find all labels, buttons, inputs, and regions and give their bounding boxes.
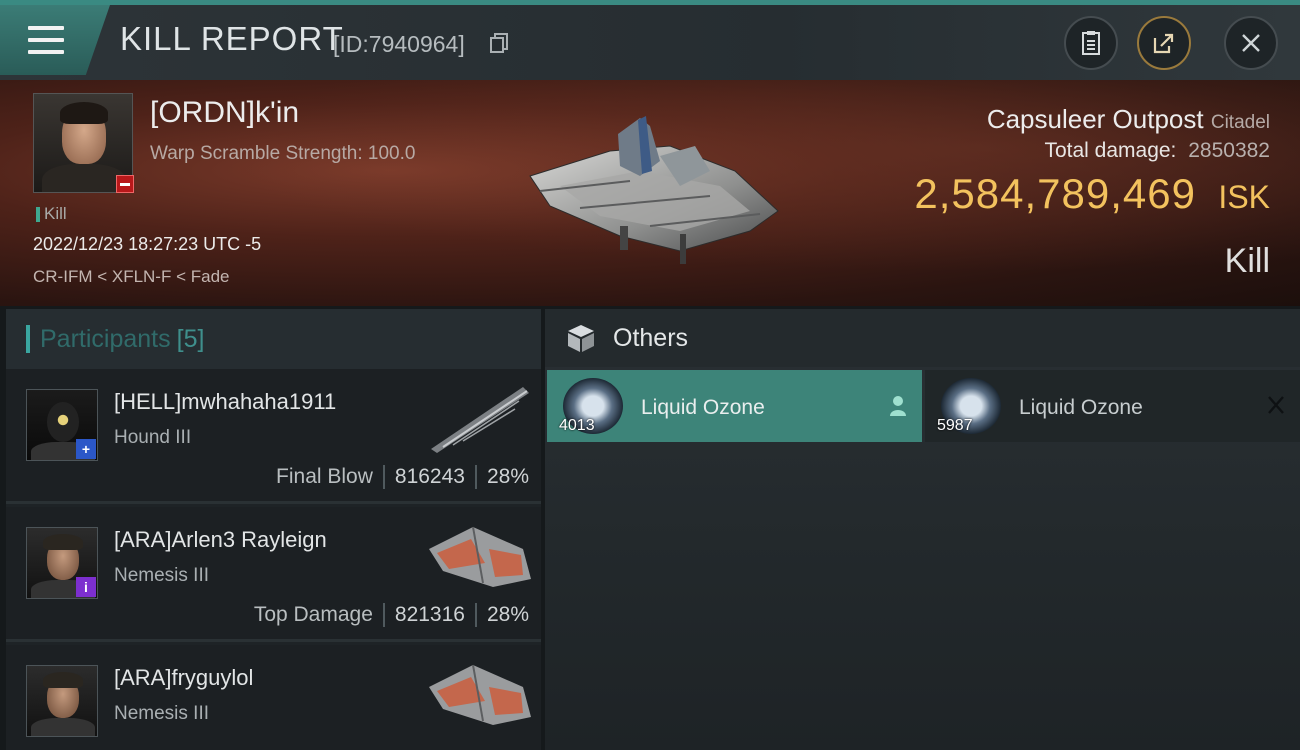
total-damage-value: 2850382	[1188, 139, 1270, 162]
participant-ship: Nemesis III	[114, 565, 210, 586]
participant-stats: Final Blow 816243 28%	[276, 465, 529, 489]
target-class: Citadel	[1210, 112, 1270, 133]
details-area: Participants [5] + [HELL]mwhahaha1911 Ho…	[0, 306, 1300, 750]
isk-unit: ISK	[1218, 179, 1270, 215]
item-quantity: 4013	[559, 417, 595, 434]
header-accent-line	[0, 0, 1300, 5]
copy-icon[interactable]	[489, 32, 509, 54]
participant-name: [ARA]fryguylol	[114, 665, 254, 690]
item-name: Liquid Ozone	[1019, 396, 1143, 419]
total-damage: Total damage: 2850382	[1044, 139, 1270, 163]
participants-tab[interactable]: Participants [5]	[6, 309, 541, 369]
kill-id: [ID:7940964]	[333, 31, 465, 57]
participant-ship: Nemesis III	[114, 703, 210, 724]
participant-role: Final Blow	[276, 465, 373, 488]
participant-percent: 28%	[486, 603, 529, 626]
isk-value: 2,584,789,469 ISK	[914, 170, 1270, 218]
report-button[interactable]	[1064, 16, 1118, 70]
participant-name: [ARA]Arlen3 Rayleign	[114, 527, 327, 552]
participant-row[interactable]: i [ARA]Arlen3 Rayleign Nemesis III Top D…	[6, 507, 541, 642]
others-panel: Others 4013 Liquid Ozone 5987 Liquid Ozo…	[545, 309, 1300, 750]
participant-ship: Hound III	[114, 427, 192, 448]
close-icon	[1242, 34, 1260, 52]
tab-accent-bar	[26, 325, 30, 353]
hostile-badge-icon	[116, 175, 134, 193]
cargo-item[interactable]: 5987 Liquid Ozone	[925, 370, 1300, 442]
victim-name[interactable]: [ORDN]k'in	[150, 96, 299, 130]
status-bar-icon	[36, 206, 40, 222]
kill-result: Kill	[1224, 242, 1270, 280]
share-icon	[1153, 33, 1174, 54]
kill-status-label: Kill	[44, 204, 67, 223]
others-label: Others	[613, 323, 689, 352]
kill-location: CR-IFM < XFLN-F < Fade	[33, 267, 230, 286]
isk-amount: 2,584,789,469	[914, 170, 1196, 217]
menu-icon	[28, 26, 64, 54]
page-title: KILL REPORT	[120, 20, 344, 57]
header: KILL REPORT [ID:7940964]	[0, 0, 1300, 80]
participants-panel: Participants [5] + [HELL]mwhahaha1911 Ho…	[6, 309, 541, 750]
participant-percent: 28%	[486, 465, 529, 488]
share-button[interactable]	[1137, 16, 1191, 70]
others-tab[interactable]: Others	[545, 309, 1300, 367]
cube-icon	[568, 325, 594, 352]
target-name[interactable]: Capsuleer Outpost Citadel	[987, 104, 1270, 135]
item-quantity: 5987	[937, 417, 973, 434]
participant-damage: 816243	[394, 465, 465, 488]
item-name: Liquid Ozone	[641, 396, 765, 419]
participants-label: Participants	[40, 324, 171, 353]
participant-row[interactable]: [ARA]fryguylol Nemesis III	[6, 645, 541, 750]
kill-status-tag: Kill	[36, 204, 67, 224]
kill-banner: [ORDN]k'in Warp Scramble Strength: 100.0…	[0, 80, 1300, 306]
participant-row[interactable]: + [HELL]mwhahaha1911 Hound III Final Blo…	[6, 369, 541, 504]
person-icon	[890, 396, 906, 416]
participant-stats: Top Damage 821316 28%	[254, 603, 529, 627]
cargo-item[interactable]: 4013 Liquid Ozone	[547, 370, 922, 442]
participant-damage: 821316	[394, 603, 465, 626]
participant-avatar[interactable]	[26, 665, 98, 737]
hound-ship-icon	[431, 387, 529, 453]
nemesis-ship-icon	[429, 526, 531, 587]
clipboard-icon	[1082, 31, 1100, 55]
close-button[interactable]	[1224, 16, 1278, 70]
destroyed-x-icon	[1268, 396, 1284, 414]
participants-count: [5]	[176, 324, 205, 353]
plus-badge-icon: +	[76, 439, 96, 459]
total-damage-label: Total damage:	[1044, 139, 1177, 162]
participant-name: [HELL]mwhahaha1911	[114, 389, 337, 414]
nemesis-ship-icon	[429, 664, 531, 725]
citadel-structure-icon	[529, 116, 779, 264]
kill-timestamp: 2022/12/23 18:27:23 UTC -5	[33, 234, 262, 254]
target-name-label: Capsuleer Outpost	[986, 104, 1204, 134]
corp-badge-icon: i	[76, 577, 96, 597]
participant-role: Top Damage	[253, 603, 373, 626]
menu-button[interactable]	[0, 5, 110, 75]
victim-subtitle: Warp Scramble Strength: 100.0	[150, 143, 416, 164]
